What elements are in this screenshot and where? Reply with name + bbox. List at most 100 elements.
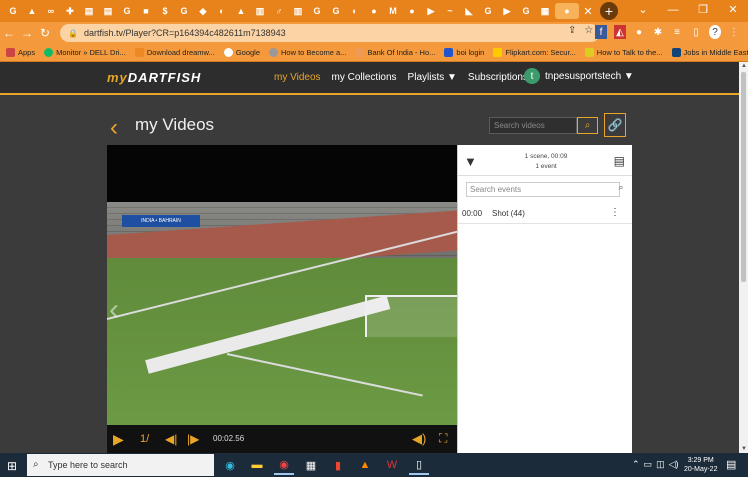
back-arrow-icon[interactable]: ← — [0, 26, 18, 40]
filter-icon[interactable]: ▼ — [464, 154, 477, 169]
wps-icon[interactable]: W — [382, 455, 402, 475]
tab[interactable]: ▥ — [289, 3, 307, 19]
tab[interactable]: G — [327, 3, 345, 19]
tab[interactable]: ▤ — [80, 3, 98, 19]
nav-my-collections[interactable]: my Collections — [332, 72, 397, 83]
list-item[interactable]: 00:00 Shot (44) ⋮ — [458, 203, 632, 224]
minimize-button[interactable]: — — [658, 0, 688, 22]
search-icon[interactable]: ⌕ — [615, 182, 627, 197]
forward-arrow-icon[interactable]: → — [18, 26, 36, 40]
tab[interactable]: G — [175, 3, 193, 19]
more-options-icon[interactable]: ⋮ — [610, 207, 620, 218]
back-chevron-icon[interactable]: ‹ — [110, 114, 118, 142]
tab[interactable]: G — [308, 3, 326, 19]
tab[interactable]: ◆ — [194, 3, 212, 19]
tab[interactable]: G — [517, 3, 535, 19]
collapse-icon[interactable]: ⌄ — [628, 0, 658, 22]
tab[interactable]: ✚ — [61, 3, 79, 19]
tab[interactable]: ◐ — [346, 3, 364, 19]
tab[interactable]: ◣ — [460, 3, 478, 19]
tab[interactable]: ▤ — [99, 3, 117, 19]
list-view-icon[interactable]: ▤ — [614, 154, 625, 168]
star-icon[interactable]: ☆ — [584, 25, 593, 36]
play-icon[interactable]: ▶ — [113, 431, 124, 448]
chevron-up-icon[interactable]: ⌃ — [632, 459, 640, 470]
tab[interactable]: $ — [156, 3, 174, 19]
bookmark[interactable]: Google — [223, 48, 260, 57]
share-icon[interactable]: ⇪ — [568, 25, 576, 36]
bookmark[interactable]: boi login — [444, 48, 484, 57]
tab[interactable]: ▲ — [232, 3, 250, 19]
tab[interactable]: ∞ — [42, 3, 60, 19]
new-tab-button[interactable]: + — [600, 2, 618, 20]
tab[interactable]: G — [479, 3, 497, 19]
facebook-extension-icon[interactable]: f — [595, 25, 607, 39]
scroll-thumb[interactable] — [741, 72, 746, 282]
menu-icon[interactable]: ⋮ — [728, 25, 740, 39]
document-icon[interactable]: ▯ — [409, 455, 429, 475]
reload-icon[interactable]: ↻ — [36, 26, 54, 40]
file-explorer-icon[interactable]: ▬ — [247, 455, 267, 475]
tab[interactable]: G — [118, 3, 136, 19]
office-icon[interactable]: ▮ — [328, 455, 348, 475]
tab-active-dartfish[interactable]: ● — [555, 3, 579, 19]
volume-icon[interactable]: ◁) — [669, 459, 679, 470]
speed-control[interactable]: 1/ — [140, 433, 149, 445]
profile-icon[interactable]: ? — [709, 25, 721, 39]
maximize-button[interactable]: ❐ — [688, 0, 718, 22]
system-clock[interactable]: 3:29 PM 20-May-22 — [684, 456, 717, 474]
tab[interactable]: M — [384, 3, 402, 19]
tab[interactable]: ▶ — [422, 3, 440, 19]
media-icon[interactable]: ≡ — [671, 25, 683, 39]
tab[interactable]: ♂ — [270, 3, 288, 19]
bookmark[interactable]: Jobs in Middle East... — [671, 48, 748, 57]
url-field[interactable]: 🔒 dartfish.tv/Player?CR=p164394c482611m7… — [60, 24, 600, 42]
nav-my-videos[interactable]: my Videos — [274, 72, 321, 83]
fullscreen-icon[interactable]: ⛶ — [439, 431, 447, 446]
bookmark[interactable]: Monitor » DELL Dri... — [44, 48, 126, 57]
close-tab-icon[interactable]: ✕ — [580, 3, 596, 19]
close-window-button[interactable]: ✕ — [718, 0, 748, 22]
bookmark-apps[interactable]: Apps — [6, 48, 35, 57]
tab[interactable]: ● — [365, 3, 383, 19]
previous-clip-icon[interactable]: ‹ — [109, 293, 119, 327]
tab[interactable]: ● — [403, 3, 421, 19]
network-icon[interactable]: ◫ — [656, 459, 665, 470]
volume-icon[interactable]: ◀) — [412, 431, 426, 447]
edge-icon[interactable]: ◉ — [220, 455, 240, 475]
scroll-up-icon[interactable]: ▲ — [741, 63, 747, 69]
search-icon[interactable]: ⌕ — [577, 117, 598, 134]
tab[interactable]: G — [4, 3, 22, 19]
bookmark[interactable]: Bank Of India - Ho... — [355, 48, 435, 57]
sidepanel-icon[interactable]: ▯ — [690, 25, 702, 39]
vlc-icon[interactable]: ▲ — [355, 455, 375, 475]
tab[interactable]: ▲ — [23, 3, 41, 19]
search-events-input[interactable]: Search events — [466, 182, 620, 197]
windows-start-icon[interactable]: ⊞ — [7, 459, 17, 473]
taskbar-search-box[interactable]: ⌕ Type here to search — [27, 454, 214, 476]
nav-playlists[interactable]: Playlists ▼ — [408, 72, 457, 83]
bookmark[interactable]: How to Talk to the... — [584, 48, 663, 57]
app-icon[interactable]: ▦ — [301, 455, 321, 475]
video-player[interactable]: INDIA • BAHRAIN ‹ ▶ 1/ ◀| |▶ 00:02.56 ◀)… — [107, 145, 457, 453]
puzzle-icon[interactable]: ✱ — [652, 25, 664, 39]
link-icon[interactable]: 🔗 — [604, 113, 626, 137]
bookmark[interactable]: How to Become a... — [269, 48, 346, 57]
notification-icon[interactable]: ▤ — [726, 458, 736, 471]
tab[interactable]: ■ — [137, 3, 155, 19]
mail-extension-icon[interactable]: ◭ — [614, 25, 626, 39]
tab[interactable]: ~ — [441, 3, 459, 19]
bookmark[interactable]: Flipkart.com: Secur... — [493, 48, 576, 57]
dartfish-logo[interactable]: myDARTFISH — [107, 70, 201, 85]
user-menu[interactable]: t tnpesusportstech ▼ — [524, 68, 634, 84]
bookmark[interactable]: Download dreamw... — [134, 48, 215, 57]
step-back-icon[interactable]: ◀| — [165, 432, 177, 446]
tab[interactable]: ▥ — [251, 3, 269, 19]
battery-icon[interactable]: ▭ — [644, 459, 653, 470]
tab[interactable]: ▦ — [536, 3, 554, 19]
search-videos-input[interactable]: Search videos — [489, 117, 577, 134]
page-scrollbar[interactable]: ▲ ▼ — [739, 62, 748, 453]
tab[interactable]: ◐ — [213, 3, 231, 19]
step-forward-icon[interactable]: |▶ — [187, 432, 199, 446]
tab[interactable]: ▶ — [498, 3, 516, 19]
